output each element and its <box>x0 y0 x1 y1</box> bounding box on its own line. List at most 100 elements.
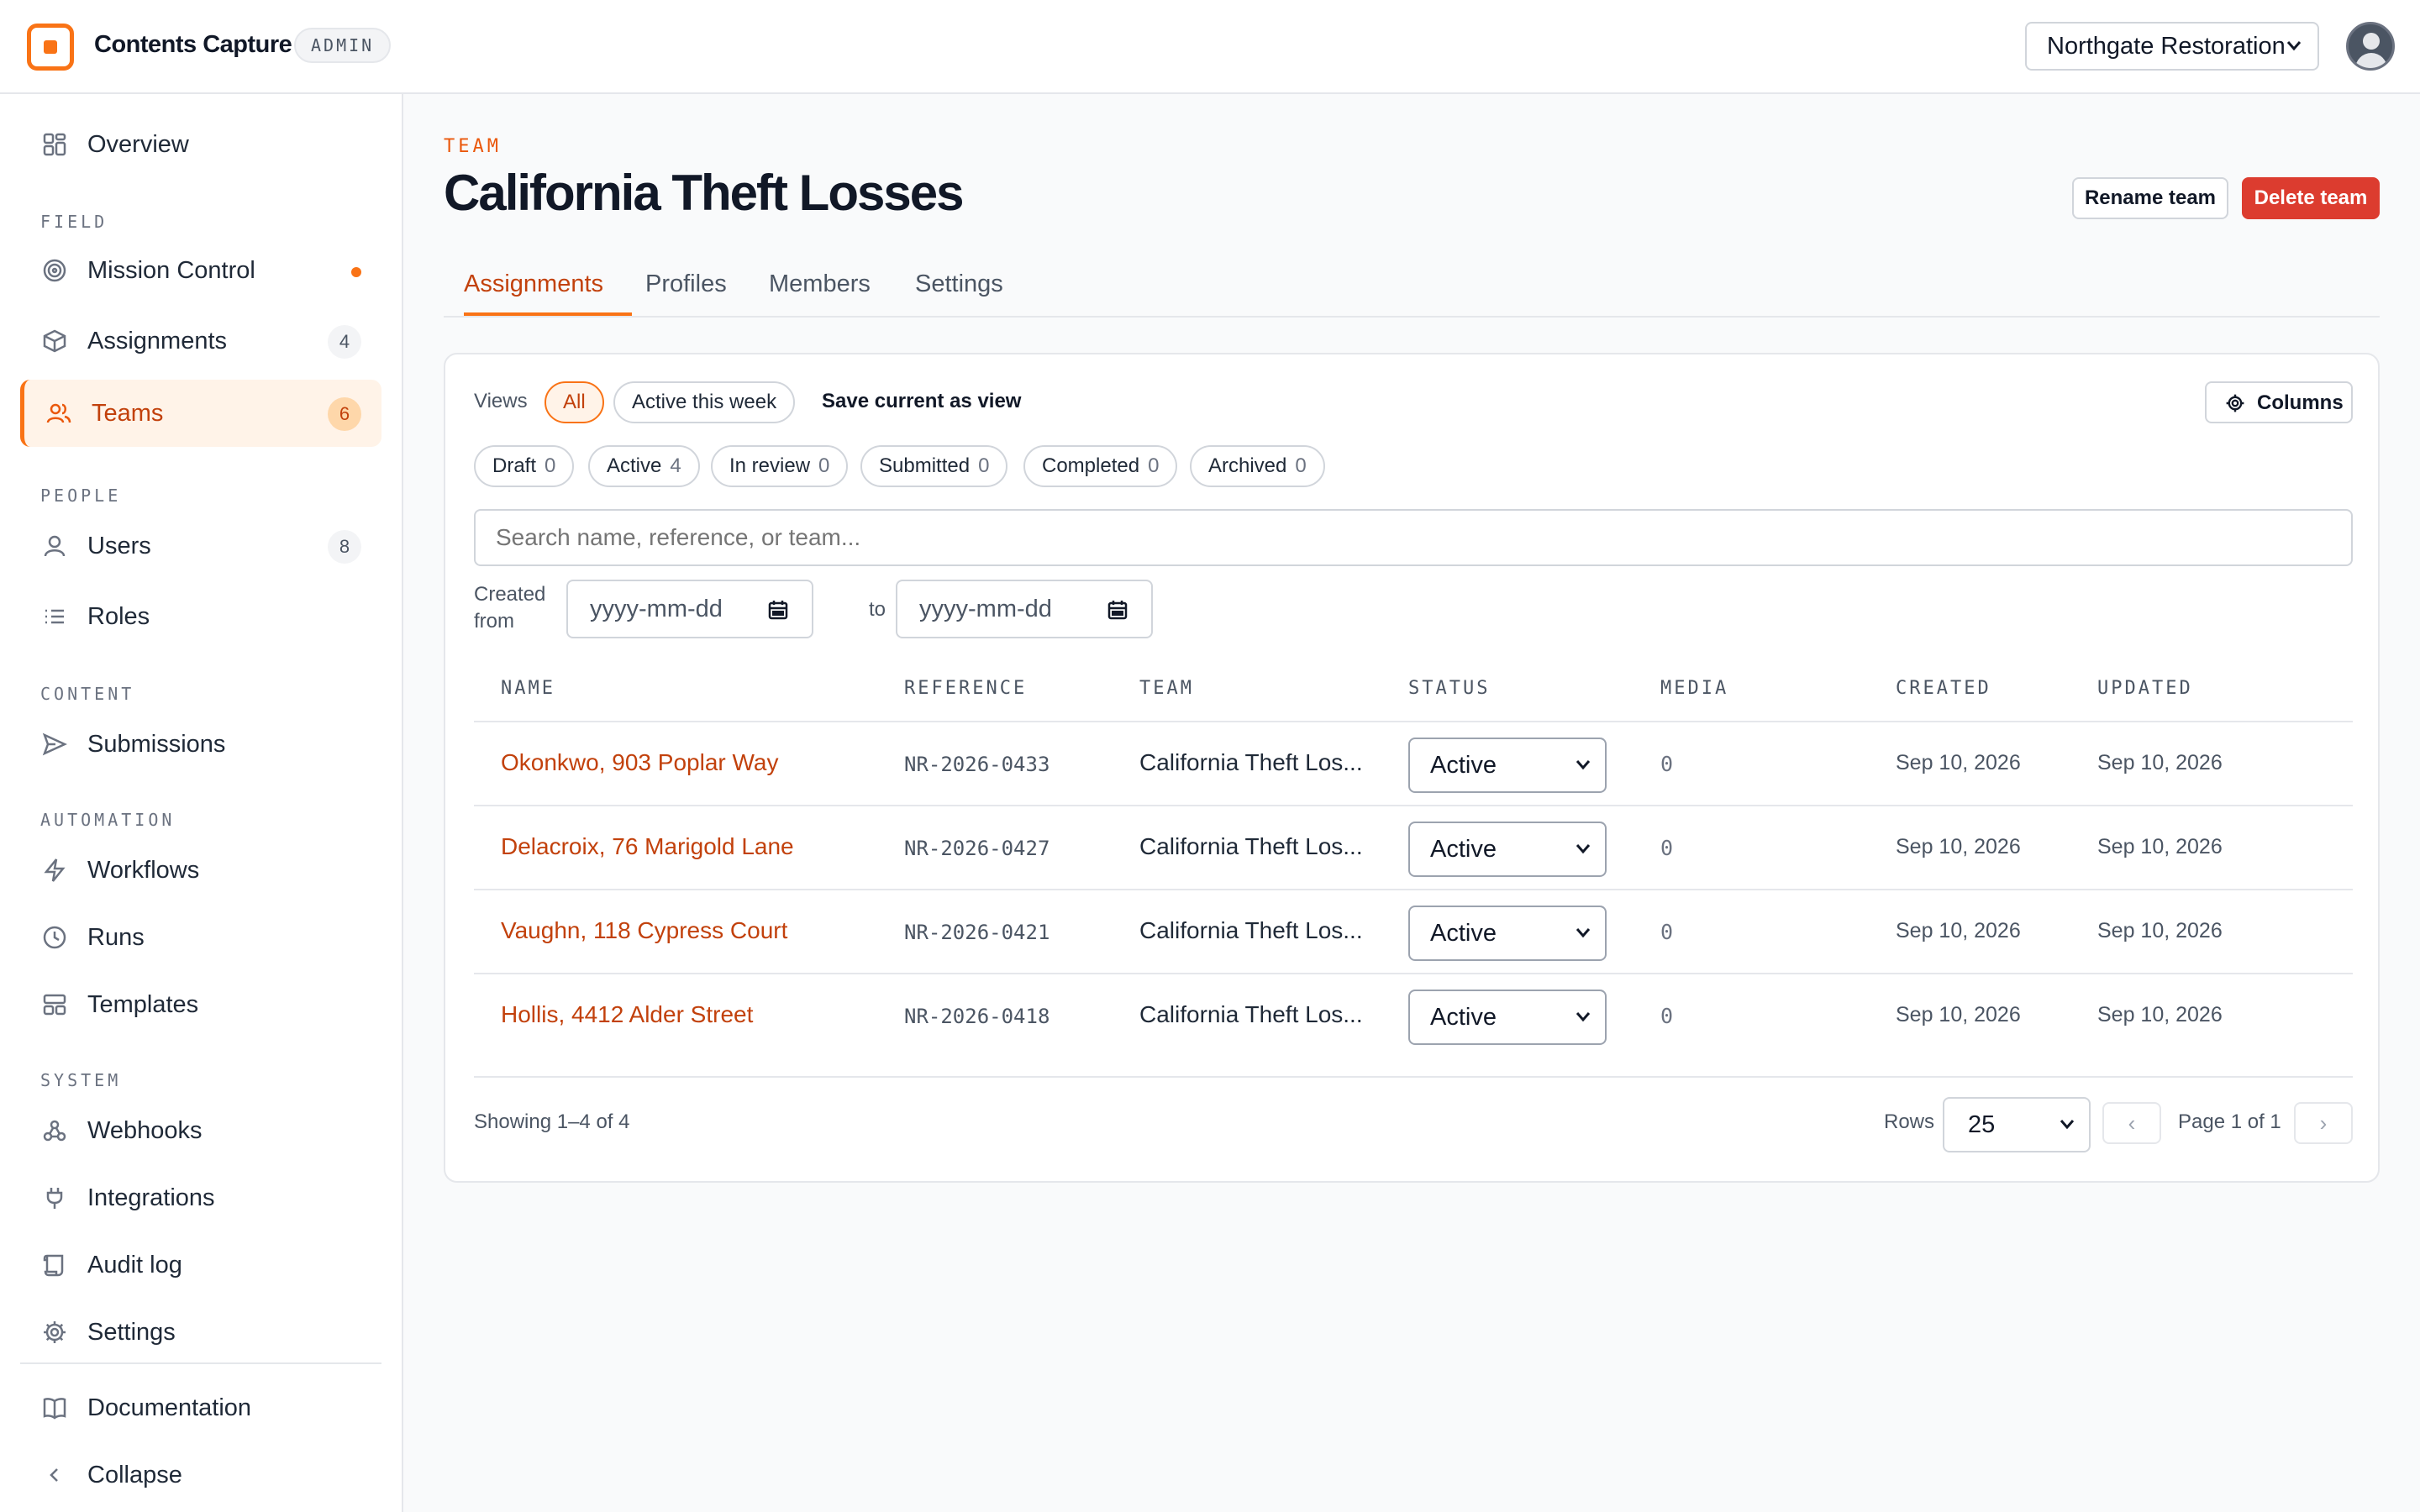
template-icon <box>42 992 67 1017</box>
previous-page-button[interactable]: ‹ <box>2102 1102 2161 1144</box>
tab-members[interactable]: Members <box>769 270 871 316</box>
sidebar-item-users[interactable]: Users 8 <box>20 512 381 580</box>
status-pill-active[interactable]: Active 4 <box>588 445 700 487</box>
rows-per-page-select[interactable]: 25 <box>1943 1097 2091 1152</box>
gear-icon <box>42 1320 67 1345</box>
calendar-icon <box>1107 600 1128 620</box>
sidebar-item-label: Templates <box>87 991 199 1018</box>
sidebar-item-settings[interactable]: Settings <box>20 1299 381 1366</box>
sidebar-item-roles[interactable]: Roles <box>20 583 381 650</box>
sidebar-item-webhooks[interactable]: Webhooks <box>20 1097 381 1164</box>
user-avatar[interactable] <box>2346 22 2395 71</box>
app-name: Contents Capture <box>94 31 292 58</box>
sidebar-item-assignments[interactable]: Assignments 4 <box>20 307 381 375</box>
team-cell: California Theft Los... <box>1139 749 1363 775</box>
sidebar-item-label: Webhooks <box>87 1117 203 1144</box>
table-divider <box>474 1076 2353 1078</box>
sidebar-item-label: Assignments <box>87 328 228 354</box>
sidebar-item-submissions[interactable]: Submissions <box>20 711 381 778</box>
assignment-name-link[interactable]: Hollis, 4412 Alder Street <box>501 1001 753 1028</box>
sidebar-item-label: Roles <box>87 603 150 630</box>
chevron-down-icon <box>2059 1099 2075 1151</box>
clock-icon <box>42 925 67 950</box>
app-logo-icon[interactable] <box>27 24 74 71</box>
grid-icon <box>42 132 67 157</box>
view-pill-active-this-week[interactable]: Active this week <box>613 381 796 423</box>
reference-cell: NR-2026-0433 <box>904 753 1050 776</box>
page-eyebrow: TEAM <box>444 136 502 157</box>
sidebar-item-runs[interactable]: Runs <box>20 904 381 971</box>
section-automation: AUTOMATION <box>40 810 176 830</box>
status-pill-submitted[interactable]: Submitted 0 <box>860 445 1008 487</box>
top-bar: Contents Capture ADMIN Northgate Restora… <box>0 0 2420 94</box>
column-header-created[interactable]: CREATED <box>1896 678 1991 699</box>
assignment-name-link[interactable]: Okonkwo, 903 Poplar Way <box>501 749 778 776</box>
sidebar-item-audit-log[interactable]: Audit log <box>20 1231 381 1299</box>
live-indicator-dot <box>351 267 361 277</box>
updated-cell: Sep 10, 2026 <box>2097 751 2223 774</box>
column-header-status[interactable]: STATUS <box>1408 678 1490 699</box>
status-pill-in-review[interactable]: In review 0 <box>711 445 849 487</box>
sidebar-item-templates[interactable]: Templates <box>20 971 381 1038</box>
sidebar: Overview FIELD Mission Control Assignmen… <box>0 94 403 1512</box>
status-select[interactable]: Active <box>1408 822 1607 877</box>
status-select[interactable]: Active <box>1408 990 1607 1045</box>
count-badge: 4 <box>328 325 361 359</box>
status-select[interactable]: Active <box>1408 738 1607 793</box>
delete-team-button[interactable]: Delete team <box>2242 177 2380 219</box>
column-header-updated[interactable]: UPDATED <box>2097 678 2193 699</box>
status-pill-completed[interactable]: Completed 0 <box>1023 445 1178 487</box>
save-view-button[interactable]: Save current as view <box>822 390 1021 413</box>
section-field: FIELD <box>40 212 108 232</box>
user-icon <box>42 533 67 559</box>
created-cell: Sep 10, 2026 <box>1896 1003 2021 1026</box>
assignment-name-link[interactable]: Vaughn, 118 Cypress Court <box>501 917 787 944</box>
sidebar-item-label: Submissions <box>87 731 226 758</box>
sidebar-item-mission-control[interactable]: Mission Control <box>20 237 381 304</box>
chevron-right-icon: › <box>2319 1110 2328 1136</box>
tab-assignments[interactable]: Assignments <box>464 270 632 316</box>
status-pill-archived[interactable]: Archived 0 <box>1190 445 1325 487</box>
view-pill-all[interactable]: All <box>544 381 604 423</box>
sidebar-item-documentation[interactable]: Documentation <box>20 1374 381 1441</box>
search-input[interactable] <box>474 509 2353 566</box>
created-cell: Sep 10, 2026 <box>1896 919 2021 942</box>
tab-profiles[interactable]: Profiles <box>645 270 727 316</box>
sidebar-item-label: Users <box>87 533 151 559</box>
reference-cell: NR-2026-0427 <box>904 837 1050 860</box>
table-row: Delacroix, 76 Marigold Lane NR-2026-0427… <box>474 805 2353 889</box>
sidebar-item-teams[interactable]: Teams 6 <box>20 380 381 447</box>
columns-label: Columns <box>2257 391 2344 414</box>
date-placeholder: yyyy-mm-dd <box>919 596 1052 622</box>
rename-team-button[interactable]: Rename team <box>2072 177 2228 219</box>
updated-cell: Sep 10, 2026 <box>2097 1003 2223 1026</box>
sidebar-item-collapse[interactable]: Collapse <box>20 1441 381 1509</box>
column-header-team[interactable]: TEAM <box>1139 678 1194 699</box>
status-select[interactable]: Active <box>1408 906 1607 961</box>
count-badge: 8 <box>328 530 361 564</box>
tab-settings[interactable]: Settings <box>915 270 1003 316</box>
team-cell: California Theft Los... <box>1139 833 1363 859</box>
sidebar-item-workflows[interactable]: Workflows <box>20 837 381 904</box>
sidebar-item-overview[interactable]: Overview <box>20 111 381 178</box>
column-header-media[interactable]: MEDIA <box>1660 678 1728 699</box>
updated-cell: Sep 10, 2026 <box>2097 835 2223 858</box>
sidebar-item-integrations[interactable]: Integrations <box>20 1164 381 1231</box>
columns-button[interactable]: Columns <box>2205 381 2353 423</box>
section-system: SYSTEM <box>40 1070 122 1090</box>
sidebar-item-label: Audit log <box>87 1252 182 1278</box>
sidebar-item-label: Documentation <box>87 1394 252 1421</box>
column-header-name[interactable]: NAME <box>501 678 555 699</box>
next-page-button[interactable]: › <box>2294 1102 2353 1144</box>
sidebar-item-label: Collapse <box>87 1462 182 1488</box>
sidebar-item-label: Runs <box>87 924 145 951</box>
created-from-date-input[interactable]: yyyy-mm-dd <box>566 580 813 638</box>
status-pill-draft[interactable]: Draft 0 <box>474 445 575 487</box>
organization-select[interactable]: Northgate Restoration <box>2025 22 2319 71</box>
column-header-reference[interactable]: REFERENCE <box>904 678 1027 699</box>
created-to-date-input[interactable]: yyyy-mm-dd <box>896 580 1153 638</box>
admin-badge: ADMIN <box>294 28 392 63</box>
status-select-value: Active <box>1430 920 1497 947</box>
media-cell: 0 <box>1660 1004 1674 1028</box>
assignment-name-link[interactable]: Delacroix, 76 Marigold Lane <box>501 833 794 860</box>
